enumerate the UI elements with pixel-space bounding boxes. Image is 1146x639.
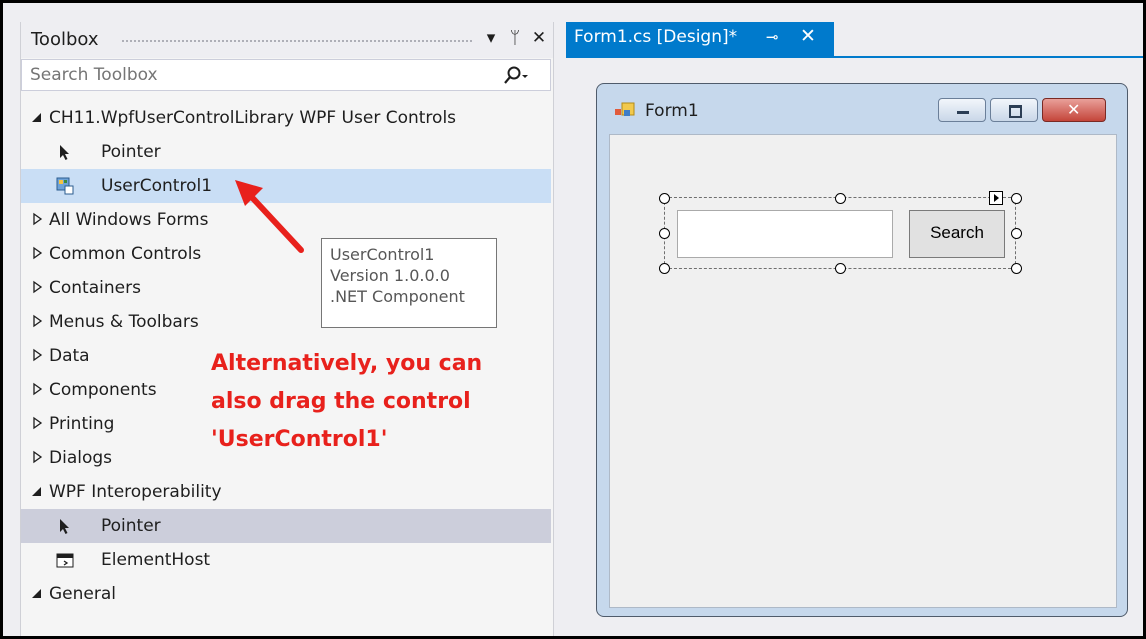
smart-tag-icon[interactable] — [989, 191, 1003, 205]
toolbox-item-label: UserControl1 — [101, 176, 213, 196]
toolbox-item-elementhost[interactable]: ElementHost — [21, 543, 551, 577]
close-icon[interactable]: ✕ — [800, 25, 816, 47]
annotation-text: Alternatively, you can also drag the con… — [211, 345, 541, 459]
toolbox-group-label: Common Controls — [49, 244, 202, 264]
resize-handle[interactable] — [835, 193, 846, 204]
designer-surface[interactable]: Form1 ✕ Search — [566, 58, 1143, 636]
tooltip-line: UserControl1 — [330, 245, 435, 264]
toolbox-search-box[interactable] — [21, 59, 551, 91]
close-icon[interactable]: ✕ — [529, 28, 549, 48]
maximize-button[interactable] — [990, 98, 1038, 122]
collapsed-triangle-icon — [33, 450, 43, 464]
tab-title: Form1.cs [Design]* — [574, 27, 738, 47]
annotation-line: also drag the control — [211, 389, 471, 414]
toolbox-group-label: Containers — [49, 278, 141, 298]
collapsed-triangle-icon — [33, 246, 43, 260]
resize-handle[interactable] — [659, 193, 670, 204]
close-button[interactable]: ✕ — [1042, 98, 1106, 122]
resize-handle[interactable] — [835, 263, 846, 274]
dropdown-arrow-icon[interactable]: ▾ — [481, 28, 501, 48]
close-icon: ✕ — [1067, 100, 1081, 119]
pin-icon[interactable]: ᛘ — [505, 28, 525, 48]
annotation-line: Alternatively, you can — [211, 351, 483, 376]
resize-handle[interactable] — [1011, 263, 1022, 274]
screenshot-frame: Toolbox ▾ ᛘ ✕ CH11.WpfUserControlLibrary… — [3, 3, 1143, 636]
resize-handle[interactable] — [1011, 228, 1022, 239]
collapsed-triangle-icon — [33, 280, 43, 294]
collapsed-triangle-icon — [33, 382, 43, 396]
tab-form1-design[interactable]: Form1.cs [Design]* ⊸ ✕ — [566, 22, 834, 56]
toolbox-group-label: All Windows Forms — [49, 210, 209, 230]
toolbox-group-label: WPF Interoperability — [49, 482, 222, 502]
collapsed-triangle-icon — [33, 348, 43, 362]
toolbox-item-label: Pointer — [101, 142, 161, 162]
resize-handle[interactable] — [659, 228, 670, 239]
pointer-icon — [60, 145, 69, 160]
toolbox-header: Toolbox ▾ ᛘ ✕ — [21, 22, 553, 58]
toolbox-group-label: Data — [49, 346, 90, 366]
toolbox-group-label: Dialogs — [49, 448, 113, 468]
toolbox-group-general[interactable]: General — [21, 577, 551, 611]
toolbox-item-label: Pointer — [101, 516, 161, 536]
annotation-line: 'UserControl1' — [211, 427, 388, 452]
toolbox-panel: Toolbox ▾ ᛘ ✕ CH11.WpfUserControlLibrary… — [20, 22, 554, 636]
toolbox-drag-grip[interactable] — [121, 39, 473, 43]
collapsed-triangle-icon — [33, 212, 43, 226]
annotation-arrow-icon — [235, 180, 304, 253]
toolbox-item-pointer-wpf[interactable]: Pointer — [21, 509, 551, 543]
usercontrol-tooltip: UserControl1 Version 1.0.0.0 .NET Compon… — [321, 238, 497, 328]
toolbox-group-label: General — [49, 584, 116, 604]
search-button[interactable]: Search — [909, 210, 1005, 258]
toolbox-group-label: Menus & Toolbars — [49, 312, 199, 332]
elementhost-icon — [56, 553, 74, 568]
expanded-triangle-icon — [32, 487, 41, 496]
resize-handle[interactable] — [659, 263, 670, 274]
toolbox-group-label: Printing — [49, 414, 115, 434]
form1-window[interactable]: Form1 ✕ Search — [596, 83, 1128, 617]
toolbox-group-wpf-interoperability[interactable]: WPF Interoperability — [21, 475, 551, 509]
pointer-icon — [60, 519, 69, 534]
pin-icon[interactable]: ⊸ — [766, 28, 779, 46]
collapsed-triangle-icon — [33, 314, 43, 328]
maximize-icon — [1009, 105, 1022, 118]
tooltip-line: Version 1.0.0.0 — [330, 266, 450, 285]
toolbox-search-input[interactable] — [30, 62, 490, 88]
form-icon — [615, 102, 635, 116]
toolbox-group-label: Components — [49, 380, 157, 400]
expanded-triangle-icon — [32, 589, 41, 598]
resize-handle[interactable] — [1011, 193, 1022, 204]
smart-tag-arrow-icon — [994, 194, 999, 202]
toolbox-group-label: CH11.WpfUserControlLibrary WPF User Cont… — [49, 108, 457, 128]
minimize-button[interactable] — [938, 98, 986, 122]
toolbox-item-label: ElementHost — [101, 550, 211, 570]
search-icon[interactable] — [500, 64, 530, 88]
toolbox-group-ch11[interactable]: CH11.WpfUserControlLibrary WPF User Cont… — [21, 101, 551, 135]
minimize-icon — [957, 111, 969, 114]
tooltip-line: .NET Component — [330, 287, 465, 306]
expanded-triangle-icon — [32, 113, 41, 122]
form-client-area[interactable]: Search — [609, 134, 1117, 608]
usercontrol-icon — [56, 177, 74, 195]
usercontrol-textbox[interactable] — [677, 210, 893, 258]
toolbox-title: Toolbox — [31, 29, 99, 50]
form-title: Form1 — [645, 101, 699, 121]
toolbox-item-pointer[interactable]: Pointer — [21, 135, 551, 169]
collapsed-triangle-icon — [33, 416, 43, 430]
